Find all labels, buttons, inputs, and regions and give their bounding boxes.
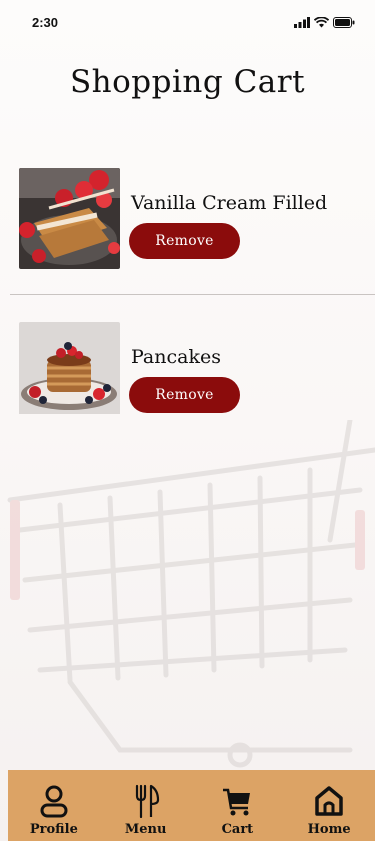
tab-menu[interactable]: Menu: [106, 770, 186, 837]
battery-icon: [333, 16, 355, 28]
tab-cart[interactable]: Cart: [197, 770, 277, 837]
item-image: [19, 168, 120, 269]
cart-item: Vanilla Cream Filled Remove: [19, 168, 359, 269]
profile-icon: [40, 785, 68, 818]
wifi-icon: [314, 16, 329, 27]
tab-label: Cart: [221, 822, 254, 837]
bottom-tab-bar: Profile Menu Cart Home: [8, 770, 375, 841]
signal-icon: [294, 16, 310, 28]
status-icons: [294, 16, 355, 28]
remove-button[interactable]: Remove: [129, 223, 240, 259]
tab-label: Menu: [124, 822, 167, 837]
page-title: Shopping Cart: [69, 64, 306, 100]
cart-background-image: [7, 420, 375, 768]
status-bar: 2:30: [0, 0, 375, 44]
tab-profile[interactable]: Profile: [14, 770, 94, 837]
tab-label: Home: [307, 822, 351, 837]
tab-home[interactable]: Home: [289, 770, 369, 837]
fork-knife-icon: [135, 784, 159, 818]
item-name: Vanilla Cream Filled: [131, 192, 328, 214]
status-time: 2:30: [32, 14, 59, 30]
app-screen: 2:30 Shopping Cart Vanilla Cream Filled …: [0, 0, 375, 841]
remove-button[interactable]: Remove: [129, 377, 240, 413]
item-name: Pancakes: [131, 346, 221, 368]
cart-icon: [223, 788, 251, 816]
tab-label: Profile: [29, 822, 78, 837]
item-image: [19, 322, 120, 423]
cart-item: Pancakes Remove: [19, 322, 359, 422]
item-divider: [10, 294, 375, 295]
home-icon: [315, 786, 343, 816]
